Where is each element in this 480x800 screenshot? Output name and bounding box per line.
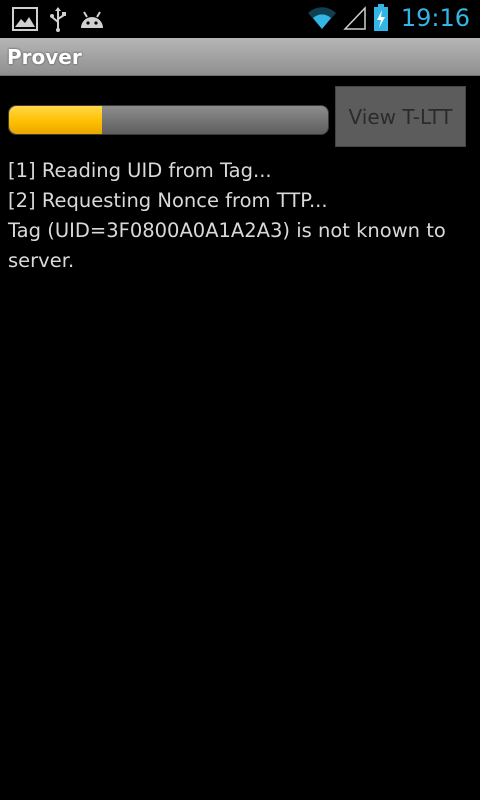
usb-icon [50, 7, 66, 32]
signal-icon [343, 6, 366, 30]
log-line: [2] Requesting Nonce from TTP... [8, 189, 328, 212]
wifi-icon [307, 7, 336, 29]
view-t-ltt-button[interactable]: View T-LTT [335, 86, 466, 147]
clock: 19:16 [400, 4, 470, 32]
notification-icons [12, 6, 106, 32]
image-icon [12, 7, 38, 31]
battery-charging-icon [373, 4, 388, 31]
log-line: Tag (UID=3F0800A0A1A2A3) is not known to… [8, 219, 446, 272]
progress-bar [8, 105, 329, 135]
log-output: [1] Reading UID from Tag... [2] Requesti… [8, 156, 472, 276]
system-icons: 19:16 [307, 4, 470, 32]
android-icon [81, 11, 103, 28]
log-line: [1] Reading UID from Tag... [8, 159, 272, 182]
app-title: Prover [7, 45, 82, 69]
progress-fill [9, 106, 102, 134]
status-bar: 19:16 [0, 0, 480, 38]
title-bar: Prover [0, 38, 480, 76]
